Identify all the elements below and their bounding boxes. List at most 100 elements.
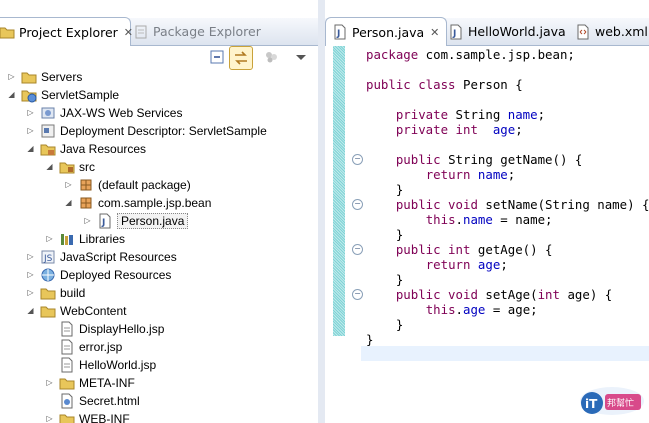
expand-icon[interactable]: ▷ (64, 180, 73, 190)
tree-item-servletsample[interactable]: ◢ ServletSample (7, 86, 119, 104)
fold-marker-setage[interactable]: − (352, 289, 363, 300)
collapse-icon[interactable]: ◢ (45, 162, 54, 172)
code-line[interactable]: public void setAge(int age) { (366, 287, 612, 302)
code-line[interactable]: package com.sample.jsp.bean; (366, 47, 575, 62)
collapse-icon[interactable]: ◢ (7, 90, 16, 100)
expand-icon[interactable]: ▷ (26, 108, 35, 118)
tree-item-person-java[interactable]: ▷ J Person.java (83, 212, 189, 230)
java-file-icon: J (448, 24, 464, 40)
tree-item-webcontent[interactable]: ◢ WebContent (26, 302, 126, 320)
folder-icon (59, 411, 75, 423)
deployment-descriptor-icon (40, 123, 56, 139)
code-line[interactable]: public void setName(String name) { (366, 197, 649, 212)
tree-item-deployed-resources[interactable]: ▷ Deployed Resources (26, 266, 171, 284)
folder-icon (40, 285, 56, 301)
tree-item-label: Deployment Descriptor: ServletSample (60, 124, 267, 138)
tab-project-explorer[interactable]: Project Explorer ✕ (0, 17, 133, 46)
tab-web-xml[interactable]: web.xml (575, 18, 648, 45)
svg-text:J: J (336, 29, 340, 39)
tree-item-label: META-INF (79, 376, 135, 390)
code-line[interactable]: private String name; (366, 107, 545, 122)
tree-item-secret-html[interactable]: Secret.html (45, 392, 140, 410)
expand-icon[interactable]: ▷ (45, 234, 54, 244)
expand-icon[interactable]: ▷ (26, 252, 35, 262)
web-services-icon (40, 105, 56, 121)
tab-label: Person.java (352, 24, 425, 40)
current-line-highlight (361, 346, 649, 361)
svg-text:JS: JS (43, 254, 53, 264)
tree-item-meta-inf[interactable]: ▷ META-INF (45, 374, 135, 392)
tree-item-build[interactable]: ▷ build (26, 284, 85, 302)
tab-label: Package Explorer (153, 24, 261, 39)
code-line[interactable]: private int age; (366, 122, 523, 137)
tree-item-helloworld-jsp[interactable]: HelloWorld.jsp (45, 356, 156, 374)
tree-item-com-sample-jsp-bean[interactable]: ◢ com.sample.jsp.bean (64, 194, 211, 212)
tree-item-label: Java Resources (60, 142, 147, 156)
svg-text:J: J (452, 29, 456, 39)
svg-text:邦幫忙: 邦幫忙 (607, 397, 634, 409)
tree-item-error-jsp[interactable]: error.jsp (45, 338, 122, 356)
code-line[interactable]: } (366, 182, 403, 197)
code-line[interactable]: return name; (366, 167, 516, 182)
svg-text:iT: iT (585, 397, 598, 411)
ithome-watermark-logo: iT 邦幫忙 (578, 381, 646, 417)
close-icon[interactable]: ✕ (430, 26, 439, 39)
tree-item-jaxws[interactable]: ▷ JAX-WS Web Services (26, 104, 182, 122)
chevron-down-icon[interactable] (292, 48, 310, 66)
tree-item-label: build (60, 286, 86, 300)
collapse-icon[interactable]: ◢ (64, 198, 73, 208)
tree-item-servers[interactable]: ▷ Servers (7, 68, 82, 86)
tree-item-deployment-descriptor[interactable]: ▷ Deployment Descriptor: ServletSample (26, 122, 267, 140)
editor-tabbar: J Person.java ✕ J HelloWorld.java web.xm… (325, 17, 649, 46)
link-with-editor-button[interactable] (229, 46, 253, 70)
tab-package-explorer[interactable]: Package Explorer (133, 18, 261, 45)
expand-icon[interactable]: ▷ (45, 414, 54, 423)
code-line[interactable]: public class Person { (366, 77, 523, 92)
tree-item-label: ServletSample (41, 88, 120, 102)
folder-icon (59, 375, 75, 391)
code-line[interactable]: } (366, 272, 403, 287)
folder-icon (0, 24, 15, 40)
fold-marker-getname[interactable]: − (352, 154, 363, 165)
fold-marker-setname[interactable]: − (352, 199, 363, 210)
tree-item-libraries[interactable]: ▷ Libraries (45, 230, 125, 248)
tree-item-src[interactable]: ◢ src (45, 158, 95, 176)
tree-item-displayhello-jsp[interactable]: DisplayHello.jsp (45, 320, 164, 338)
expand-icon[interactable]: ▷ (7, 72, 16, 82)
tree-item-web-inf[interactable]: ▷ WEB-INF (45, 410, 130, 423)
expand-icon[interactable]: ▷ (45, 378, 54, 388)
tree-item-label: WEB-INF (79, 412, 130, 423)
view-menu-icon[interactable] (262, 48, 280, 66)
source-folder-icon (59, 159, 75, 175)
code-line[interactable]: return age; (366, 257, 508, 272)
java-resources-icon (40, 141, 56, 157)
tree-item-java-resources[interactable]: ◢ Java Resources (26, 140, 146, 158)
tree-item-default-package[interactable]: ▷ (default package) (64, 176, 190, 194)
expand-icon[interactable]: ▷ (83, 216, 92, 226)
collapse-all-button[interactable] (208, 48, 226, 66)
expand-icon[interactable]: ▷ (26, 126, 35, 136)
expand-icon[interactable]: ▷ (26, 288, 35, 298)
close-icon[interactable]: ✕ (124, 26, 133, 39)
tree-item-label: Secret.html (79, 394, 140, 408)
java-file-icon: J (97, 213, 113, 229)
collapse-icon[interactable]: ◢ (26, 306, 35, 316)
folder-icon (21, 69, 37, 85)
code-line[interactable]: } (366, 317, 403, 332)
code-line[interactable]: this.name = name; (366, 212, 553, 227)
tree-item-javascript-resources[interactable]: ▷ JS JavaScript Resources (26, 248, 177, 266)
tree-item-label: JavaScript Resources (60, 250, 177, 264)
tab-person-java[interactable]: J Person.java ✕ (325, 17, 447, 46)
collapse-icon[interactable]: ◢ (26, 144, 35, 154)
pane-separator[interactable] (318, 0, 325, 423)
code-line[interactable]: } (366, 227, 403, 242)
html-file-icon (59, 393, 75, 409)
code-line[interactable]: public String getName() { (366, 152, 583, 167)
code-line[interactable]: public int getAge() { (366, 242, 553, 257)
fold-marker-getage[interactable]: − (352, 244, 363, 255)
code-line[interactable]: this.age = age; (366, 302, 538, 317)
code-line[interactable]: } (366, 332, 373, 347)
expand-icon[interactable]: ▷ (26, 270, 35, 280)
tab-helloworld-java[interactable]: J HelloWorld.java (448, 18, 566, 45)
project-explorer-pane: Project Explorer ✕ Package Explorer ▷ Se… (0, 0, 318, 423)
